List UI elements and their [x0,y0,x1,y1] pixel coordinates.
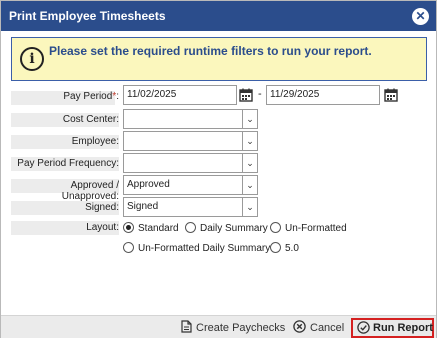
chevron-down-icon[interactable]: ⌄ [242,197,258,217]
pay-period-frequency-label: Pay Period Frequency: [17,158,119,169]
cost-center-select[interactable] [123,109,258,129]
layout-option-un-formatted-daily-summary[interactable]: Un-Formatted Daily Summary [123,242,270,254]
chevron-down-icon[interactable]: ⌄ [242,131,258,151]
employee-label: Employee: [71,136,119,147]
employee-select[interactable] [123,131,258,151]
layout-option-daily-summary[interactable]: Daily Summary [185,222,268,234]
radio-icon[interactable] [185,222,196,233]
cancel-circle-icon [293,320,306,336]
create-paychecks-button[interactable]: Create Paychecks [181,320,285,336]
calendar-icon[interactable] [384,88,398,102]
signed-label: Signed: [85,202,119,213]
dialog-footer: Create Paychecks Cancel Run Report [1,315,436,338]
signed-select[interactable]: Signed [123,197,258,217]
checkmark-circle-icon [357,321,370,337]
pay-period-end-input[interactable]: 11/29/2025 [266,85,380,105]
chevron-down-icon[interactable]: ⌄ [242,175,258,195]
close-icon[interactable]: ✕ [412,8,429,25]
date-range-separator: - [258,88,262,100]
pay-period-frequency-select[interactable] [123,153,258,173]
document-icon [181,320,192,336]
approved-label: Approved / Unapproved: [61,180,119,202]
dialog-title: Print Employee Timesheets [9,9,166,23]
calendar-icon[interactable] [239,88,253,102]
approved-select[interactable]: Approved [123,175,258,195]
filter-notice: i Please set the required runtime filter… [11,37,427,81]
chevron-down-icon[interactable]: ⌄ [242,109,258,129]
cost-center-label: Cost Center: [62,114,119,125]
print-timesheets-dialog: Print Employee Timesheets ✕ i Please set… [0,0,437,338]
radio-selected-icon[interactable] [123,222,134,233]
radio-icon[interactable] [123,242,134,253]
dialog-titlebar: Print Employee Timesheets ✕ [1,1,436,31]
layout-option-un-formatted[interactable]: Un-Formatted [270,222,347,234]
run-report-button[interactable]: Run Report [351,318,434,338]
radio-icon[interactable] [270,222,281,233]
layout-option-standard[interactable]: Standard [123,222,179,234]
pay-period-label: Pay Period*: [63,91,119,102]
radio-icon[interactable] [270,242,281,253]
notice-message: Please set the required runtime filters … [49,44,372,58]
info-icon: i [20,47,44,71]
pay-period-start-input[interactable]: 11/02/2025 [123,85,237,105]
chevron-down-icon[interactable]: ⌄ [242,153,258,173]
cancel-button[interactable]: Cancel [293,320,344,336]
layout-option-5-0[interactable]: 5.0 [270,242,299,254]
layout-label: Layout: [86,222,119,233]
